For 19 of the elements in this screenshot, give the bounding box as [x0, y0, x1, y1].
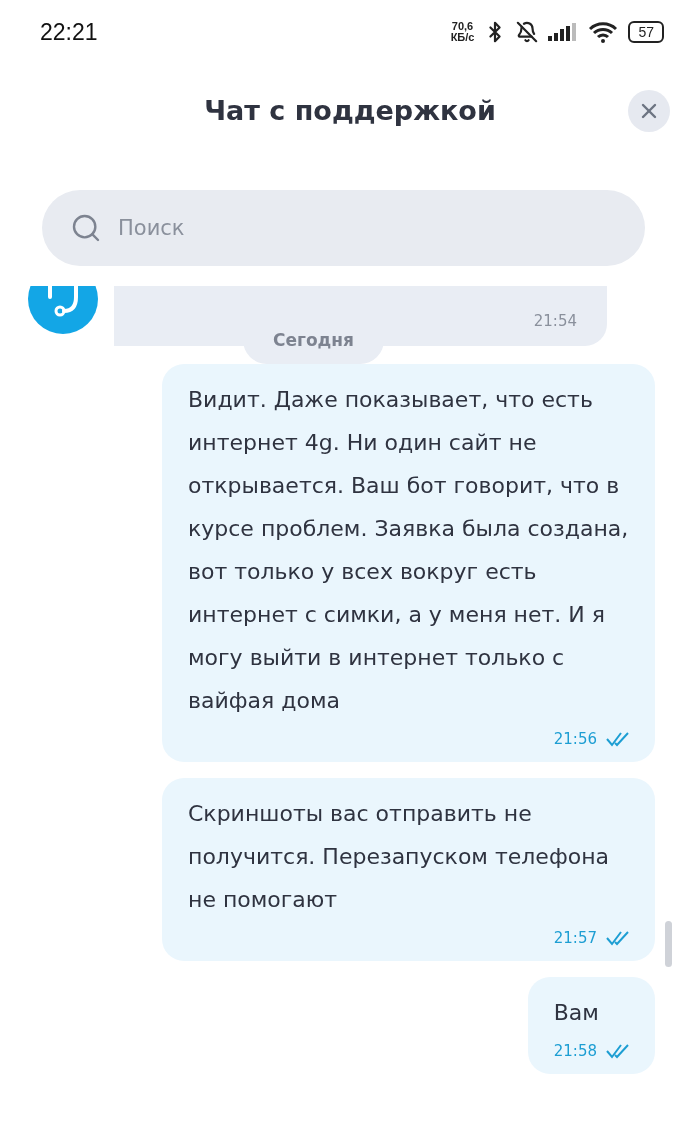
message-text: Видит. Даже показывает, что есть интернет 4g. Ни один сайт не открывается. Ваш бот говорит, что в курсе проблем. Заявка была создана, вот только у всех вокруг есть интернет с симки, а у меня нет. И я могу выйти в интернет только с вайфая дома — [188, 386, 630, 715]
muted-bell-icon — [516, 21, 539, 43]
message-time: 21:58 — [553, 1042, 597, 1060]
message-time: 21:57 — [553, 929, 597, 947]
battery-indicator: 57 — [628, 21, 664, 43]
chat-title: Чат с поддержкой — [204, 94, 496, 126]
search-input[interactable]: Поиск — [116, 215, 617, 241]
status-time: 22:21 — [40, 18, 99, 46]
wifi-icon — [588, 21, 619, 43]
message-time: 21:54 — [533, 312, 577, 330]
search-field[interactable]: Поиск — [42, 190, 645, 266]
message-text: Скриншоты вас отправить не получится. Перезапуском телефона не помогают — [188, 800, 611, 914]
signal-icon — [548, 23, 579, 41]
scrollbar — [665, 921, 672, 967]
network-speed: 70,6 КБ/с — [450, 21, 475, 43]
message-text: Вам — [553, 999, 600, 1027]
message-time: 21:56 — [553, 730, 597, 748]
search-icon — [70, 212, 102, 244]
close-button[interactable] — [628, 90, 670, 132]
